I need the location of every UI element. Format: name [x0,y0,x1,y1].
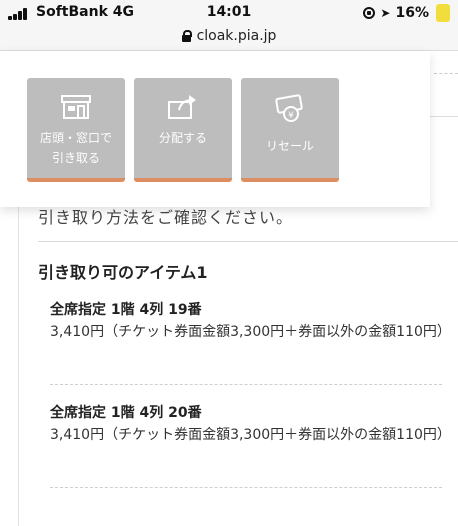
share-forward-icon [168,95,196,119]
address-bar[interactable]: cloak.pia.jp [0,26,458,51]
battery-icon [436,4,450,22]
divider [38,241,458,242]
item-seat: 全席指定 1階 4列 19番 [50,302,202,318]
tile-label: 分配する [158,131,207,145]
instruction-text: 引き取り方法をご確認ください。 [38,208,294,227]
url-text: cloak.pia.jp [196,28,277,44]
divider [434,73,458,74]
rotation-lock-icon [363,7,376,19]
lock-icon [181,30,192,42]
storefront-icon [61,95,91,119]
svg-text:¥: ¥ [288,111,294,121]
tile-label-line2: 引き取る [51,151,100,165]
item-divider [50,384,442,385]
location-arrow-icon: ➤ [380,6,391,20]
item-price: 3,410円（チケット券面金額3,300円＋券面以外の金額110円） [50,324,451,340]
status-right: ➤ 16% [363,4,450,22]
resale-ticket-icon: ¥ [275,94,303,122]
tile-label-line1: 店頭・窓口で [39,131,112,145]
tile-label: リセール [265,139,314,153]
status-bar: SoftBank 4G 14:01 ➤ 16% [0,0,458,26]
item-divider [50,487,442,488]
store-pickup-button[interactable]: 店頭・窓口で 引き取る [27,78,125,182]
content-border [18,206,458,526]
battery-percent: 16% [395,5,429,21]
section-heading: 引き取り可のアイテム1 [38,263,208,282]
divider [428,116,458,117]
item-price: 3,410円（チケット券面金額3,300円＋券面以外の金額110円） [50,427,451,443]
distribute-button[interactable]: 分配する [134,78,232,182]
page-content: 店頭・窓口で 引き取る 分配する ¥ リセール 引き取り方法をご確認ください。 … [0,51,458,526]
pickup-method-panel: 店頭・窓口で 引き取る 分配する ¥ リセール [0,51,430,207]
resale-button[interactable]: ¥ リセール [241,78,339,182]
item-seat: 全席指定 1階 4列 20番 [50,405,202,421]
